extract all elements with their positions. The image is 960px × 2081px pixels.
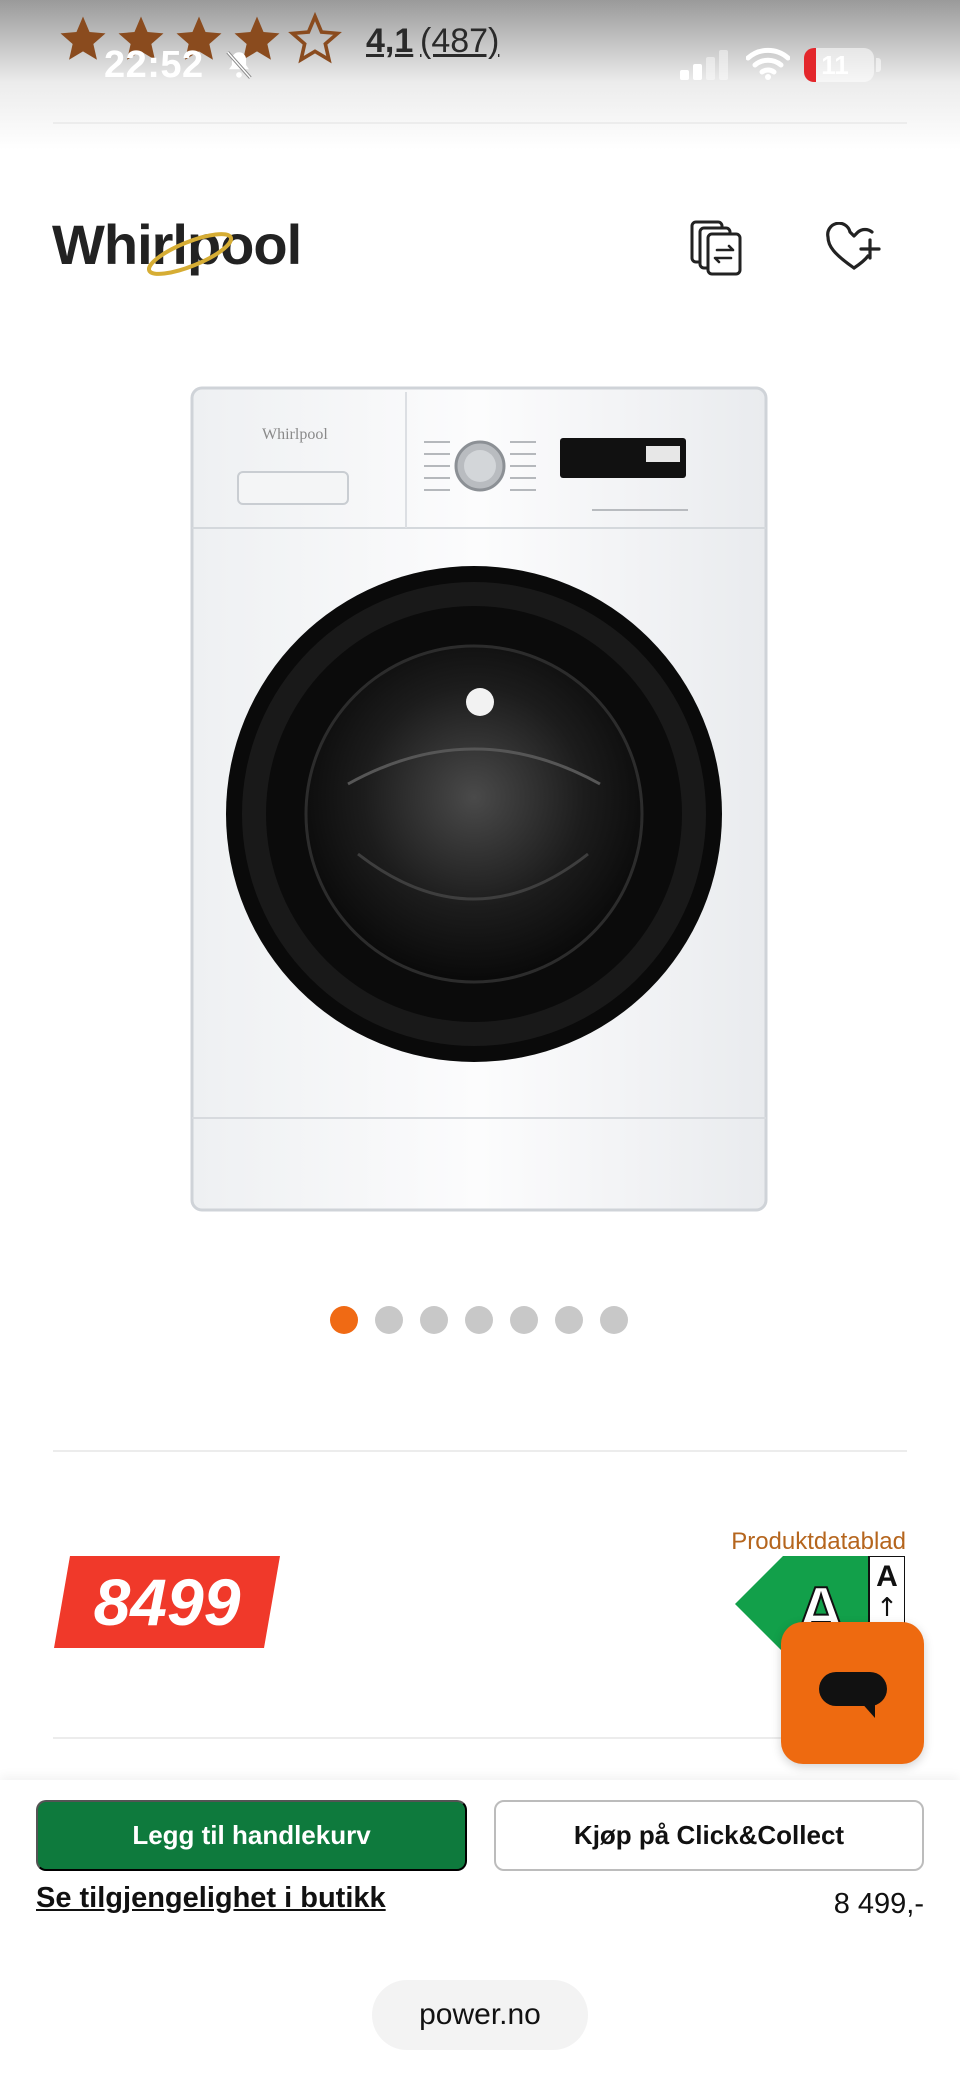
product-image-washing-machine[interactable]: Whirlpool [188, 384, 770, 1214]
bottom-price: 8 499,- [833, 1888, 924, 1920]
carousel-dot[interactable] [510, 1306, 538, 1334]
battery-tip [876, 58, 881, 72]
divider [53, 1450, 907, 1452]
chat-icon [819, 1672, 887, 1706]
carousel-dot[interactable] [600, 1306, 628, 1334]
brand-logo[interactable]: Whirlpool [52, 200, 302, 290]
heart-plus-icon[interactable] [826, 222, 882, 274]
carousel-dot[interactable] [330, 1306, 358, 1334]
status-time: 22:52 [104, 44, 204, 86]
compare-icon[interactable] [690, 218, 746, 278]
click-collect-button[interactable]: Kjøp på Click&Collect [494, 1800, 924, 1871]
bell-off-icon [226, 51, 252, 79]
svg-text:Whirlpool: Whirlpool [262, 426, 328, 443]
browser-url: power.no [419, 1998, 541, 2031]
rating-value[interactable]: 4,1 [366, 22, 413, 61]
signal-icon [680, 50, 728, 80]
star-icon [60, 16, 106, 60]
chat-icon-tail [859, 1700, 875, 1718]
brand-swoosh-icon [146, 232, 234, 276]
review-count-link[interactable]: (487) [420, 22, 499, 61]
star-empty-icon [288, 12, 342, 64]
add-to-cart-button[interactable]: Legg til handlekurv [36, 1800, 467, 1871]
battery-percent: 11 [821, 50, 849, 80]
energy-scale-top: A [876, 1560, 898, 1593]
store-availability-link[interactable]: Se tilgjengelighet i butikk [36, 1882, 386, 1915]
carousel-dot[interactable] [420, 1306, 448, 1334]
energy-scale-arrow: ↑ [876, 1593, 898, 1623]
battery-icon: 11 [804, 48, 874, 82]
carousel-dot[interactable] [555, 1306, 583, 1334]
carousel-dot[interactable] [465, 1306, 493, 1334]
divider [53, 1737, 907, 1739]
product-page: { "rating": { "stars_filled": 4, "stars_… [0, 0, 960, 2081]
carousel-dots[interactable] [330, 1306, 628, 1334]
carousel-dot[interactable] [375, 1306, 403, 1334]
divider [53, 122, 907, 124]
price-tag-value: 8499 [93, 1565, 241, 1639]
browser-address-bar[interactable]: power.no [372, 1980, 588, 2050]
datasheet-link[interactable]: Produktdatablad [700, 1528, 906, 1556]
chat-button[interactable] [781, 1622, 924, 1764]
wifi-icon [746, 47, 790, 80]
